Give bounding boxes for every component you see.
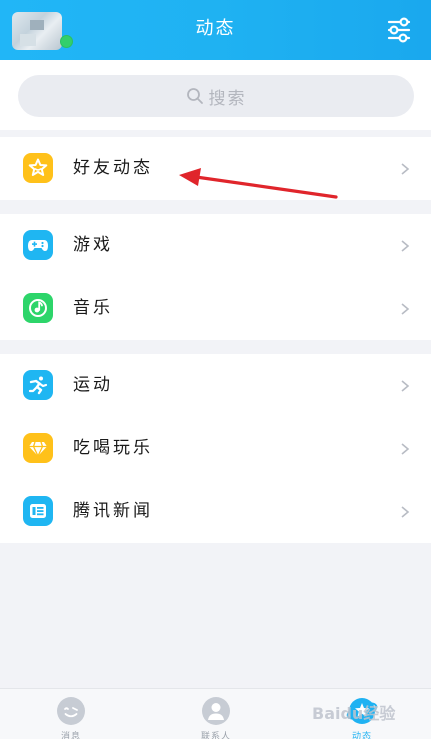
search-input[interactable]: 搜索 <box>18 75 414 117</box>
menu-item-label: 音乐 <box>73 298 113 318</box>
menu-item-label: 吃喝玩乐 <box>73 438 153 458</box>
chevron-right-icon <box>401 240 410 252</box>
menu-item-label: 好友动态 <box>73 158 153 178</box>
running-icon <box>23 370 53 400</box>
filter-sliders-icon <box>387 17 411 43</box>
tab-label: 消息 <box>60 732 81 739</box>
watermark: Baidu经验 <box>312 704 396 723</box>
tab-label: 动态 <box>351 732 372 739</box>
search-section: 搜索 <box>0 60 431 130</box>
chevron-right-icon <box>401 303 410 315</box>
chevron-right-icon <box>401 380 410 392</box>
star-icon <box>23 153 53 183</box>
menu-item-label: 游戏 <box>73 235 113 255</box>
news-icon <box>23 496 53 526</box>
menu-item-games[interactable]: 游戏 <box>0 214 431 277</box>
menu-group-entertainment: 游戏 音乐 <box>0 214 431 340</box>
music-icon <box>23 293 53 323</box>
menu-item-label: 腾讯新闻 <box>73 501 153 521</box>
menu-item-food-fun[interactable]: 吃喝玩乐 <box>0 417 431 480</box>
filter-button[interactable] <box>382 14 416 46</box>
contacts-icon <box>202 697 230 725</box>
chevron-right-icon <box>401 443 410 455</box>
tab-messages[interactable]: 消息 <box>31 689 111 739</box>
top-header: 动态 <box>0 0 431 60</box>
diamond-icon <box>23 433 53 463</box>
menu-group-lifestyle: 运动 吃喝玩乐 腾讯新闻 <box>0 354 431 543</box>
search-placeholder: 搜索 <box>208 88 247 109</box>
chevron-right-icon <box>401 163 410 175</box>
page-title: 动态 <box>195 18 236 39</box>
annotation-arrow <box>179 168 338 199</box>
menu-item-label: 运动 <box>73 375 113 395</box>
tab-label: 联系人 <box>200 732 231 739</box>
message-icon <box>57 697 85 725</box>
menu-item-sports[interactable]: 运动 <box>0 354 431 417</box>
menu-item-music[interactable]: 音乐 <box>0 277 431 340</box>
search-placeholder-wrap: 搜索 <box>18 75 414 117</box>
gamepad-icon <box>23 230 53 260</box>
tab-contacts[interactable]: 联系人 <box>176 689 256 739</box>
chevron-right-icon <box>401 506 410 518</box>
search-icon <box>186 88 203 104</box>
menu-item-tencent-news[interactable]: 腾讯新闻 <box>0 480 431 543</box>
